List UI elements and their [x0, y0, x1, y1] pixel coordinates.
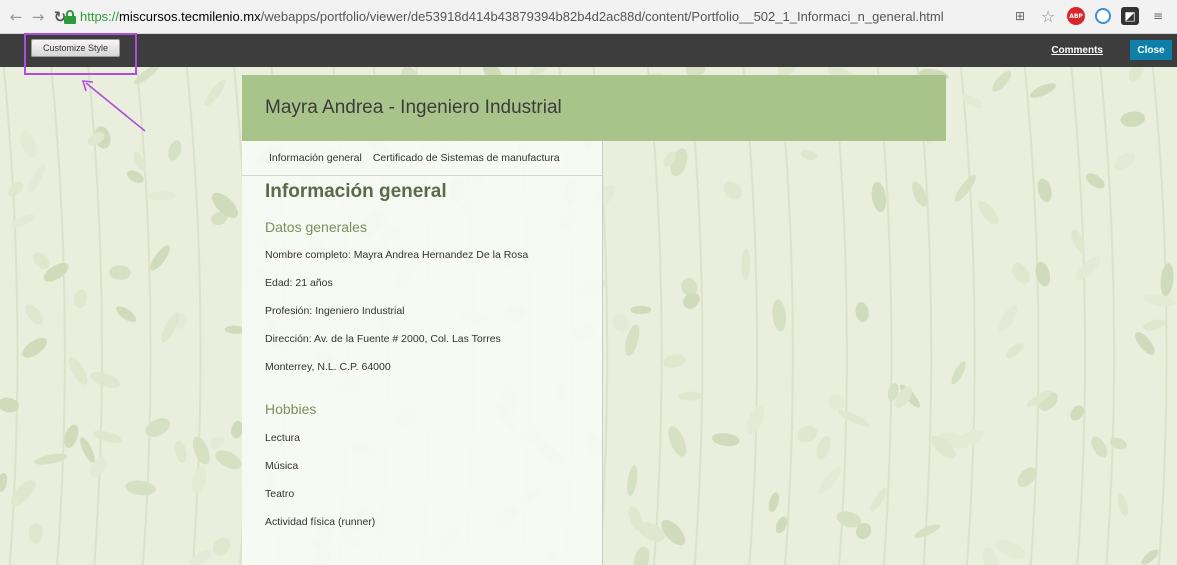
info-line: Nombre completo: Mayra Andrea Hernandez … [265, 249, 529, 261]
url-scheme: https:// [80, 9, 120, 24]
close-button[interactable]: Close [1130, 40, 1172, 60]
url-host: miscursos.tecmilenio.mx [119, 9, 261, 24]
portfolio-title: Mayra Andrea - Ingeniero Industrial [265, 97, 562, 118]
info-line: Monterrey, N.L. C.P. 64000 [265, 361, 391, 373]
info-line: Edad: 21 años [265, 277, 333, 289]
page-heading: Información general [265, 181, 447, 202]
star-icon[interactable]: ☆ [1039, 7, 1057, 26]
back-arrow-icon[interactable]: ← [6, 7, 26, 27]
hobby-line: Lectura [265, 432, 301, 444]
address-bar[interactable]: https:// miscursos.tecmilenio.mx /webapp… [64, 9, 944, 24]
hobby-line: Teatro [265, 488, 295, 500]
menu-icon[interactable]: ≡ [1149, 7, 1167, 25]
info-line: Profesión: Ingeniero Industrial [265, 305, 405, 317]
extension-icon[interactable]: ◩ [1121, 7, 1139, 25]
hobby-line: Actividad física (runner) [265, 516, 376, 528]
page-tabs: Información general Certificado de Siste… [242, 141, 602, 176]
portfolio-toolbar: Customize Style Comments Close [0, 34, 1177, 67]
annotation-highlight-box [24, 33, 137, 75]
comments-link[interactable]: Comments [1051, 45, 1103, 56]
hobby-line: Música [265, 460, 299, 472]
adblock-icon[interactable]: ABP [1067, 7, 1085, 25]
tab-informacion-general[interactable]: Información general [269, 152, 362, 164]
lock-icon [64, 9, 76, 24]
portfolio-banner: Mayra Andrea - Ingeniero Industrial [242, 75, 946, 141]
sync-icon[interactable] [1095, 8, 1111, 24]
url-path: /webapps/portfolio/viewer/de53918d414b43… [260, 9, 944, 24]
section-title-datos: Datos generales [265, 219, 367, 235]
section-title-hobbies: Hobbies [265, 401, 317, 417]
browser-nav: ← → ↻ [6, 7, 70, 27]
info-line: Dirección: Av. de la Fuente # 2000, Col.… [265, 333, 501, 345]
forward-arrow-icon[interactable]: → [28, 7, 48, 27]
tab-certificado[interactable]: Certificado de Sistemas de manufactura [373, 152, 560, 164]
translate-icon[interactable]: ⊞ [1011, 7, 1029, 25]
extension-icons: ⊞ ☆ ABP ◩ ≡ [1011, 7, 1167, 26]
content-panel: Información general Certificado de Siste… [242, 141, 603, 565]
browser-toolbar: ← → ↻ https:// miscursos.tecmilenio.mx /… [0, 0, 1177, 34]
